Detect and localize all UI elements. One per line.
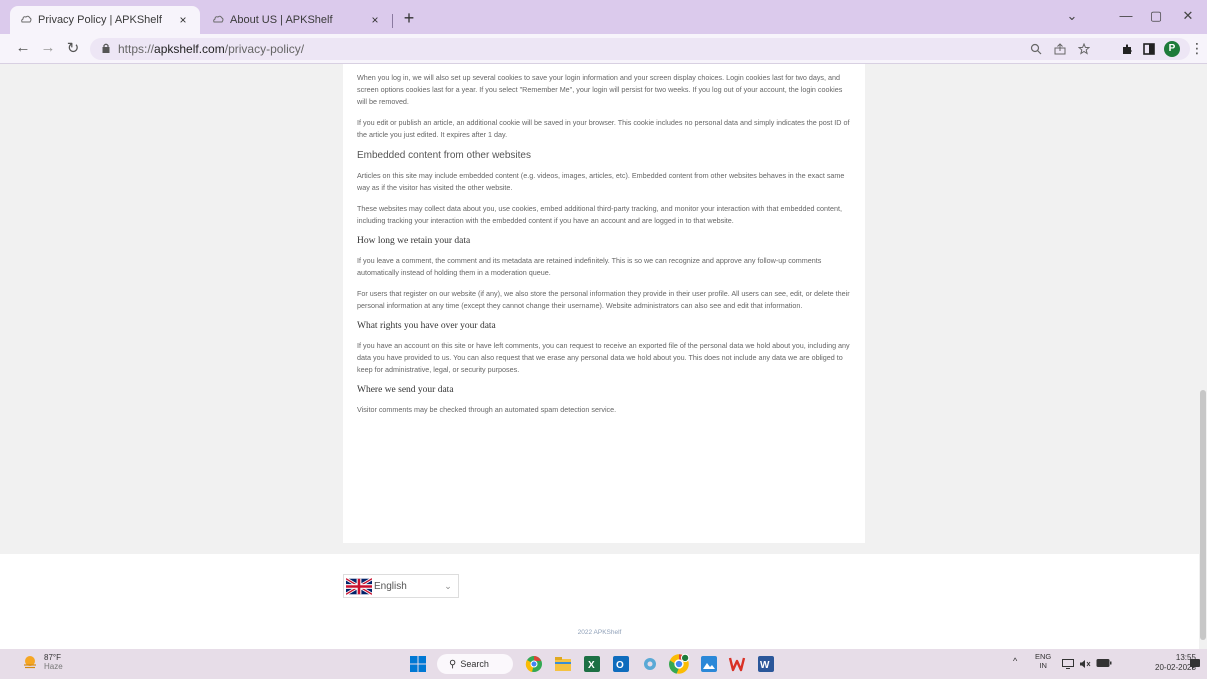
excel-icon[interactable]: X — [583, 655, 601, 673]
outlook-icon[interactable]: O — [612, 655, 630, 673]
language-code: ENG — [1035, 652, 1052, 661]
close-window-button[interactable]: ✕ — [1178, 8, 1198, 24]
svg-text:O: O — [616, 660, 624, 671]
cloud-favicon-icon — [213, 15, 224, 23]
profile-avatar[interactable]: P — [1164, 41, 1180, 57]
windows-taskbar: 87°F Haze ⚲ Search X O W ^ ENG IN 13:55 20-0… — [0, 649, 1207, 679]
svg-text:X: X — [588, 660, 595, 671]
tab-close-icon[interactable]: × — [368, 13, 382, 27]
chevron-down-icon: ⌄ — [444, 580, 452, 591]
svg-text:W: W — [760, 660, 770, 671]
tab-title: About US | APKShelf — [230, 14, 333, 26]
heading-embedded-content: Embedded content from other websites — [357, 150, 531, 161]
cloud-favicon-icon — [21, 15, 32, 23]
extensions-icon[interactable] — [1121, 43, 1133, 55]
page-content: When you log in, we will also set up sev… — [0, 64, 1207, 554]
zoom-icon[interactable] — [1030, 43, 1042, 55]
paragraph-login-cookies: When you log in, we will also set up sev… — [357, 73, 843, 106]
minimize-button[interactable]: — — [1116, 8, 1136, 23]
privacy-policy-article: When you log in, we will also set up sev… — [343, 64, 865, 543]
notification-icon[interactable] — [1189, 658, 1201, 670]
search-icon: ⚲ — [449, 658, 457, 670]
tab-close-icon[interactable]: × — [176, 13, 190, 27]
copyright-text: 2022 APKShelf — [577, 629, 622, 636]
uk-flag-icon — [346, 577, 372, 595]
url-scheme: https:// — [118, 42, 155, 56]
volume-muted-icon[interactable] — [1079, 659, 1091, 669]
forward-button[interactable]: → — [39, 39, 57, 56]
heading-retain-data: How long we retain your data — [357, 236, 471, 246]
wps-office-icon[interactable] — [728, 655, 746, 673]
weather-condition: Haze — [44, 662, 63, 671]
tab-privacy-policy[interactable]: Privacy Policy | APKShelf × — [10, 6, 200, 34]
paragraph-edit-cookie: If you edit or publish an article, an ad… — [357, 118, 850, 139]
paragraph-embedded-2: These websites may collect data about yo… — [357, 204, 843, 225]
chrome-icon[interactable] — [668, 653, 690, 675]
maximize-button[interactable]: ▢ — [1146, 8, 1166, 24]
chrome-profile-icon[interactable] — [525, 655, 543, 673]
chevron-up-icon[interactable]: ^ — [1013, 656, 1017, 666]
back-button[interactable]: ← — [14, 39, 32, 56]
lock-icon[interactable] — [102, 43, 110, 53]
tab-about-us[interactable]: About US | APKShelf × — [202, 6, 392, 34]
tab-separator — [392, 14, 393, 28]
input-language[interactable]: ENG IN — [1035, 652, 1051, 670]
paragraph-send-data: Visitor comments may be checked through … — [357, 405, 617, 414]
battery-icon[interactable] — [1096, 658, 1112, 668]
sidepanel-icon[interactable] — [1143, 43, 1155, 55]
language-label: English — [374, 580, 407, 592]
new-tab-button[interactable]: + — [399, 8, 419, 29]
scrollbar-thumb[interactable] — [1200, 390, 1206, 640]
paragraph-rights: If you have an account on this site or h… — [357, 341, 850, 374]
weather-temperature: 87°F — [44, 653, 61, 662]
tab-search-icon[interactable]: ⌄ — [1062, 8, 1082, 24]
browser-toolbar: ← → ↻ https://apkshelf.com/privacy-polic… — [0, 34, 1207, 64]
region-code: IN — [1039, 661, 1047, 670]
file-explorer-icon[interactable] — [554, 655, 572, 673]
taskbar-search[interactable]: ⚲ Search — [437, 654, 513, 674]
haze-sun-icon — [24, 656, 36, 669]
star-icon[interactable] — [1078, 43, 1090, 55]
paragraph-retain-2: For users that register on our website (… — [357, 289, 850, 310]
windows-start-icon[interactable] — [410, 656, 426, 672]
paragraph-retain-1: If you leave a comment, the comment and … — [357, 256, 822, 277]
url-text[interactable]: https://apkshelf.com/privacy-policy/ — [118, 42, 304, 56]
display-icon[interactable] — [1062, 659, 1074, 669]
heading-send-data: Where we send your data — [357, 385, 454, 395]
heading-rights: What rights you have over your data — [357, 321, 496, 331]
weather-widget[interactable]: 87°F Haze — [22, 653, 63, 671]
photos-icon[interactable] — [700, 655, 718, 673]
menu-icon[interactable]: ⋮ — [1190, 40, 1204, 57]
word-icon[interactable]: W — [757, 655, 775, 673]
url-path: /privacy-policy/ — [224, 42, 305, 56]
share-icon[interactable] — [1054, 43, 1066, 55]
tab-strip: Privacy Policy | APKShelf × About US | A… — [0, 0, 1207, 34]
address-bar[interactable]: https://apkshelf.com/privacy-policy/ — [90, 38, 1190, 60]
url-domain: apkshelf.com — [154, 42, 225, 56]
tab-title: Privacy Policy | APKShelf — [38, 14, 162, 26]
search-label: Search — [460, 659, 489, 669]
site-footer: English ⌄ 2022 APKShelf — [0, 554, 1199, 649]
language-select[interactable]: English ⌄ — [343, 574, 459, 598]
paragraph-embedded-1: Articles on this site may include embedd… — [357, 171, 845, 192]
reload-button[interactable]: ↻ — [64, 39, 82, 57]
settings-app-icon[interactable] — [641, 655, 659, 673]
